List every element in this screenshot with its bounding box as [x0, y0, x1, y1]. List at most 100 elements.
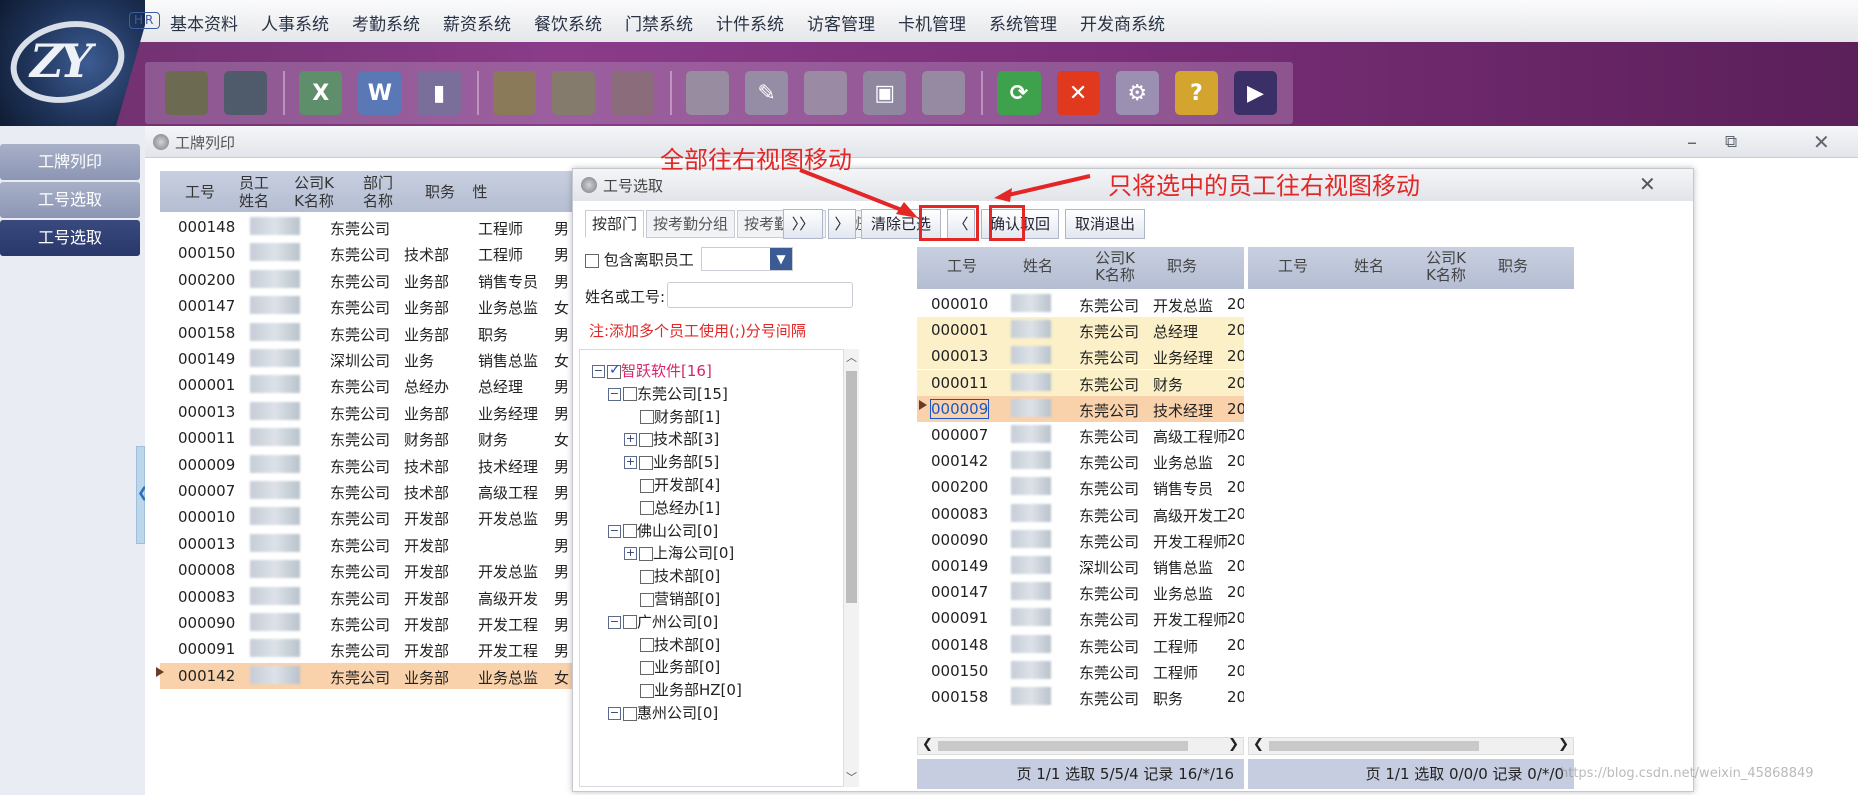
table-row[interactable]: 000150 东莞公司 技术部 工程师 男: [160, 240, 580, 266]
scroll-thumb[interactable]: [846, 371, 857, 603]
tree-node[interactable]: − 惠州公司[0]: [608, 702, 718, 723]
expand-icon[interactable]: +: [624, 433, 637, 447]
table-row[interactable]: 000083 东莞公司 开发部 高级开发男: [160, 584, 580, 610]
menu-item[interactable]: 访客管理: [807, 10, 875, 35]
tree-checkbox[interactable]: [623, 706, 637, 721]
table-row[interactable]: 000008 东莞公司 开发部 开发总监男: [160, 557, 580, 583]
tree-checkbox[interactable]: [639, 432, 653, 447]
table-row[interactable]: 000007 东莞公司 技术部 高级工程男: [160, 478, 580, 504]
grid-column-header[interactable]: 职务: [1157, 258, 1207, 275]
edit-icon[interactable]: ✎: [744, 71, 789, 115]
tab-0[interactable]: 按部门: [585, 210, 645, 238]
calculator-icon[interactable]: [224, 71, 268, 115]
grid-column-header[interactable]: 工号: [937, 258, 987, 275]
table-row[interactable]: 000091 东莞公司 开发工程师 20: [917, 605, 1244, 631]
grid-column-header[interactable]: 姓名: [1013, 258, 1063, 275]
menu-item[interactable]: 系统管理: [989, 10, 1057, 35]
tree-checkbox[interactable]: [640, 410, 654, 425]
tree-node[interactable]: − 智跃软件[16]: [592, 360, 712, 381]
scroll-up-icon[interactable]: ︿: [846, 349, 857, 365]
hscroll-thumb[interactable]: [938, 741, 1188, 751]
resigned-select[interactable]: ▼: [701, 247, 793, 271]
tree-checkbox[interactable]: [623, 387, 637, 402]
table-row[interactable]: 000148 东莞公司 工程师 20: [917, 632, 1244, 658]
table-row[interactable]: 000001 东莞公司 总经办 总经理 男: [160, 372, 580, 398]
tree-node[interactable]: 营销部[0]: [640, 588, 720, 609]
collapse-icon[interactable]: −: [608, 524, 621, 538]
scroll-down-icon[interactable]: ﹀: [846, 769, 857, 785]
grid-column-header[interactable]: 职务: [420, 183, 460, 201]
tree-checkbox[interactable]: [640, 592, 654, 607]
restore-icon[interactable]: ⧉: [1725, 132, 1737, 152]
menu-item[interactable]: 基本资料: [170, 10, 238, 35]
tree-checkbox[interactable]: [640, 569, 654, 584]
gear-icon[interactable]: ⚙: [1115, 71, 1159, 115]
table-row[interactable]: 000001 东莞公司 总经理 20: [917, 317, 1244, 344]
hscroll-thumb[interactable]: [1269, 741, 1479, 751]
table-row[interactable]: 000147 东莞公司 业务部 业务总监女: [160, 293, 580, 319]
table-row[interactable]: 000150 东莞公司 工程师 20: [917, 658, 1244, 684]
menu-item[interactable]: 餐饮系统: [534, 10, 602, 35]
board-icon[interactable]: [165, 71, 209, 115]
new-doc-icon[interactable]: [685, 71, 729, 115]
tree-node[interactable]: 技术部[0]: [640, 565, 720, 586]
play-icon[interactable]: ▶: [1233, 71, 1278, 115]
tree-node[interactable]: 业务部HZ[0]: [640, 679, 742, 700]
collapse-icon[interactable]: −: [608, 707, 621, 720]
menu-item[interactable]: 开发商系统: [1080, 10, 1165, 35]
collapse-icon[interactable]: −: [608, 387, 621, 401]
close-icon[interactable]: ✕: [1056, 71, 1100, 115]
delete-doc-icon[interactable]: [804, 71, 848, 115]
grid-column-header[interactable]: 职务: [1488, 258, 1538, 275]
include-resigned-checkbox[interactable]: [585, 253, 599, 268]
tree-node[interactable]: − 广州公司[0]: [608, 611, 718, 632]
table-row[interactable]: 000149 深圳公司 业务 销售总监女: [160, 346, 580, 372]
tree-checkbox[interactable]: [607, 362, 621, 379]
grid-column-header[interactable]: 公司K K名称: [1416, 250, 1476, 284]
word-icon[interactable]: W: [358, 71, 402, 115]
table-row[interactable]: 000013 东莞公司 业务部 业务经理男: [160, 399, 580, 425]
tree-node[interactable]: 财务部[1]: [640, 406, 720, 427]
clear-filter-icon[interactable]: [610, 71, 654, 115]
menu-item[interactable]: 卡机管理: [898, 10, 966, 35]
tree-node[interactable]: − 东莞公司[15]: [608, 383, 728, 404]
scroll-left-icon[interactable]: ❮: [1253, 737, 1264, 752]
tree-checkbox[interactable]: [623, 524, 637, 539]
tree-node[interactable]: 总经办[1]: [640, 497, 720, 518]
collapse-handle[interactable]: ❮: [136, 446, 149, 544]
include-resigned-row[interactable]: 包含离职员工: [585, 249, 694, 270]
tree-scrollbar[interactable]: ︿ ﹀: [843, 349, 859, 787]
menu-item[interactable]: 门禁系统: [625, 10, 693, 35]
minimize-icon[interactable]: –: [1687, 130, 1697, 154]
tree-checkbox[interactable]: [640, 501, 654, 516]
refresh-icon[interactable]: ⟳: [997, 71, 1041, 115]
grid-column-header[interactable]: 工号: [1268, 258, 1318, 275]
table-row[interactable]: 000007 东莞公司 高级工程师 20: [917, 422, 1244, 448]
tree-checkbox[interactable]: [640, 683, 654, 698]
table-row[interactable]: 000090 东莞公司 开发部 开发工程男: [160, 610, 580, 636]
tree-checkbox[interactable]: [640, 478, 654, 493]
collapse-icon[interactable]: −: [592, 365, 605, 378]
save-icon[interactable]: ▣: [863, 71, 907, 115]
table-row[interactable]: 000009 东莞公司 技术部 技术经理男: [160, 452, 580, 478]
table-row[interactable]: 000200 东莞公司 销售专员 20: [917, 474, 1244, 500]
table-row[interactable]: 000011 东莞公司 财务部 财务 女: [160, 425, 580, 451]
table-row[interactable]: 000013 东莞公司 业务经理 20: [917, 343, 1244, 370]
table-row[interactable]: 000013 东莞公司 开发部 男: [160, 531, 580, 557]
close-window-icon[interactable]: ✕: [1813, 130, 1830, 154]
nav-item[interactable]: 工号选取: [0, 182, 140, 218]
tree-node[interactable]: − 佛山公司[0]: [608, 520, 718, 541]
cancel-button[interactable]: 取消退出: [1065, 209, 1145, 239]
table-row[interactable]: 000158 东莞公司 职务 20: [917, 684, 1244, 710]
tree-checkbox[interactable]: [623, 615, 637, 630]
tree-node[interactable]: 开发部[4]: [640, 474, 720, 495]
table-row[interactable]: 000090 东莞公司 开发工程师 20: [917, 527, 1244, 553]
table-row[interactable]: 000009 东莞公司 技术经理 20: [917, 395, 1244, 422]
collapse-icon[interactable]: −: [608, 615, 621, 629]
table-row[interactable]: 000011 东莞公司 财务 20: [917, 369, 1244, 396]
table-row[interactable]: 000010 东莞公司 开发部 开发总监男: [160, 504, 580, 530]
copy-doc-icon[interactable]: [922, 71, 966, 115]
grid-column-header[interactable]: 公司K K名称: [1085, 250, 1145, 284]
chevron-down-icon[interactable]: ▼: [770, 248, 792, 270]
table-row[interactable]: 000147 东莞公司 业务总监 20: [917, 579, 1244, 605]
